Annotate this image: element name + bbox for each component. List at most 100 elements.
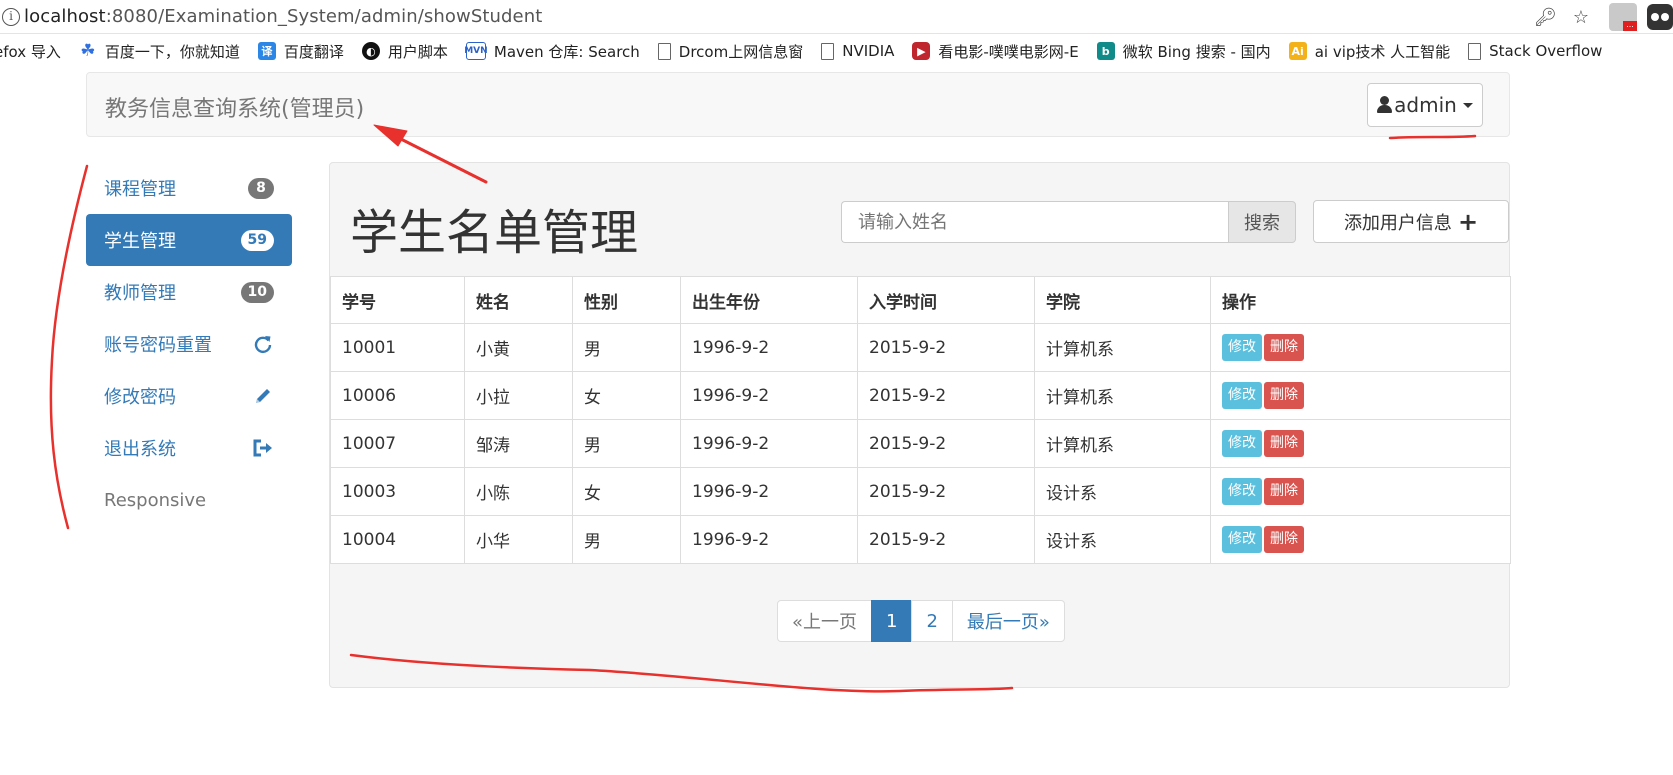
url-text[interactable]: localhost:8080/Examination_System/admin/… xyxy=(24,6,542,27)
delete-button[interactable]: 删除 xyxy=(1264,382,1304,409)
logout-icon xyxy=(252,437,274,459)
delete-button[interactable]: 删除 xyxy=(1264,478,1304,505)
count-badge: 8 xyxy=(248,177,274,199)
key-icon[interactable]: 🔑︎ xyxy=(1534,7,1557,28)
table-cell: 1996-9-2 xyxy=(680,419,858,468)
table-cell: 2015-9-2 xyxy=(857,323,1035,372)
bookmark-label: NVIDIA xyxy=(842,42,895,60)
page-icon xyxy=(821,42,835,60)
site-info-icon[interactable]: i xyxy=(2,7,20,26)
column-header: 姓名 xyxy=(464,276,573,324)
bookmark-item[interactable]: NVIDIA xyxy=(821,42,894,60)
table-cell: 小陈 xyxy=(464,467,573,516)
table-row: 10006 小拉女 1996-9-2 2015-9-2 计算机系 修改 删除 xyxy=(330,371,1511,420)
user-dropdown-button[interactable]: admin xyxy=(1367,83,1483,127)
user-name: admin xyxy=(1394,93,1457,117)
column-header: 入学时间 xyxy=(857,276,1035,324)
sidebar-item-label: 修改密码 xyxy=(104,387,176,408)
table-cell: 小拉 xyxy=(464,371,573,420)
table-cell: 2015-9-2 xyxy=(857,371,1035,420)
table-cell: 男 xyxy=(572,419,681,468)
table-cell: 设计系 xyxy=(1034,467,1211,516)
prev-page-link[interactable]: «上一页 xyxy=(777,600,873,642)
bookmark-label: Drcom上网信息窗 xyxy=(678,42,804,61)
table-cell: 10004 xyxy=(330,515,465,564)
delete-button[interactable]: 删除 xyxy=(1264,334,1304,361)
table-cell: 男 xyxy=(572,515,681,564)
edit-button[interactable]: 修改 xyxy=(1222,478,1262,505)
bookmark-item[interactable]: ☘ 百度一下，你就知道 xyxy=(79,41,240,62)
table-cell: 小黄 xyxy=(464,323,573,372)
edit-button[interactable]: 修改 xyxy=(1222,430,1262,457)
annotation-sidebar-bracket xyxy=(49,164,89,530)
table-cell: 1996-9-2 xyxy=(680,515,858,564)
ghost-extension-icon[interactable] xyxy=(1647,4,1673,30)
ai-icon: Ai xyxy=(1288,42,1307,60)
top-navbar: 教务信息查询系统(管理员) admin xyxy=(86,72,1510,137)
table-cell: 10006 xyxy=(330,371,465,420)
bookmark-item[interactable]: b 微软 Bing 搜索 - 国内 xyxy=(1096,41,1271,62)
main-panel: 学生名单管理 搜索 添加用户信息 + 学号姓名性别出生年份入学时间学院操作 10… xyxy=(329,162,1511,688)
sidebar-item[interactable]: 修改密码 xyxy=(86,370,292,422)
extension-icon[interactable]: ... xyxy=(1609,3,1637,31)
caret-down-icon xyxy=(1462,102,1473,108)
extension-badge: ... xyxy=(1623,21,1637,31)
table-cell: 2015-9-2 xyxy=(857,515,1035,564)
table-cell: 10003 xyxy=(330,467,465,516)
maven-icon: MVN xyxy=(464,42,488,60)
sidebar-item-label: 课程管理 xyxy=(104,179,176,200)
last-page-link[interactable]: 最后一页» xyxy=(951,600,1065,642)
bookmark-item[interactable]: ▶ 看电影-噗噗电影网-E xyxy=(912,41,1079,62)
actions-cell: 修改 删除 xyxy=(1210,419,1511,468)
bookmark-item[interactable]: MVN Maven 仓库: Search xyxy=(464,41,640,62)
table-row: 10004 小华男 1996-9-2 2015-9-2 设计系 修改 删除 xyxy=(330,515,1511,564)
bookmark-item[interactable]: efox 导入 xyxy=(0,41,61,62)
add-user-button[interactable]: 添加用户信息 + xyxy=(1313,200,1509,243)
bookmark-item[interactable]: ◐ 用户脚本 xyxy=(361,41,448,62)
search-button[interactable]: 搜索 xyxy=(1228,201,1296,243)
table-row: 10007 邹涛男 1996-9-2 2015-9-2 计算机系 修改 删除 xyxy=(330,419,1511,468)
table-cell: 2015-9-2 xyxy=(857,467,1035,516)
browser-address-bar[interactable]: i localhost:8080/Examination_System/admi… xyxy=(0,0,1673,34)
sidebar-item-label: 退出系统 xyxy=(104,439,176,460)
edit-button[interactable]: 修改 xyxy=(1222,382,1262,409)
bookmark-item[interactable]: Drcom上网信息窗 xyxy=(657,41,804,62)
sidebar-item-label: 教师管理 xyxy=(104,283,176,304)
search-group: 搜索 xyxy=(841,201,1296,243)
brand-title[interactable]: 教务信息查询系统(管理员) xyxy=(105,91,364,123)
sidebar-item[interactable]: Responsive xyxy=(86,474,292,526)
bookmark-item[interactable]: Ai ai vip技术 人工智能 xyxy=(1288,41,1450,62)
refresh-icon xyxy=(252,333,274,355)
page-link[interactable]: 1 xyxy=(871,600,913,642)
table-cell: 10001 xyxy=(330,323,465,372)
table-cell: 2015-9-2 xyxy=(857,419,1035,468)
sidebar-item-label: Responsive xyxy=(104,489,207,511)
sidebar-item[interactable]: 学生管理 59 xyxy=(86,214,292,266)
table-row: 10003 小陈女 1996-9-2 2015-9-2 设计系 修改 删除 xyxy=(330,467,1511,516)
table-cell: 男 xyxy=(572,323,681,372)
baidu-paw-icon: ☘ xyxy=(80,41,96,61)
count-badge: 10 xyxy=(240,281,274,303)
table-cell: 小华 xyxy=(464,515,573,564)
star-icon[interactable]: ☆ xyxy=(1573,7,1589,28)
table-cell: 计算机系 xyxy=(1034,371,1211,420)
bookmark-label: 用户脚本 xyxy=(387,42,448,61)
sidebar-item[interactable]: 课程管理 8 xyxy=(86,162,292,214)
column-header: 性别 xyxy=(572,276,681,324)
delete-button[interactable]: 删除 xyxy=(1264,526,1304,553)
bookmarks-bar: efox 导入 ☘ 百度一下，你就知道译百度翻译 ◐ 用户脚本 MVN Maven 仓库: … xyxy=(0,36,1673,66)
bookmark-item[interactable]: 译百度翻译 xyxy=(257,41,344,62)
delete-button[interactable]: 删除 xyxy=(1264,430,1304,457)
sidebar-item[interactable]: 教师管理 10 xyxy=(86,266,292,318)
actions-cell: 修改 删除 xyxy=(1210,515,1511,564)
bookmark-item[interactable]: Stack Overflow xyxy=(1468,42,1602,60)
table-cell: 女 xyxy=(572,467,681,516)
edit-button[interactable]: 修改 xyxy=(1222,526,1262,553)
edit-button[interactable]: 修改 xyxy=(1222,334,1262,361)
sidebar-item[interactable]: 账号密码重置 xyxy=(86,318,292,370)
sidebar-item[interactable]: 退出系统 xyxy=(86,422,292,474)
page-link[interactable]: 2 xyxy=(911,600,953,642)
column-header: 操作 xyxy=(1210,276,1511,324)
browser-toolbar-icons: 🔑︎ ☆ ... xyxy=(1518,0,1673,34)
search-input[interactable] xyxy=(841,201,1228,243)
